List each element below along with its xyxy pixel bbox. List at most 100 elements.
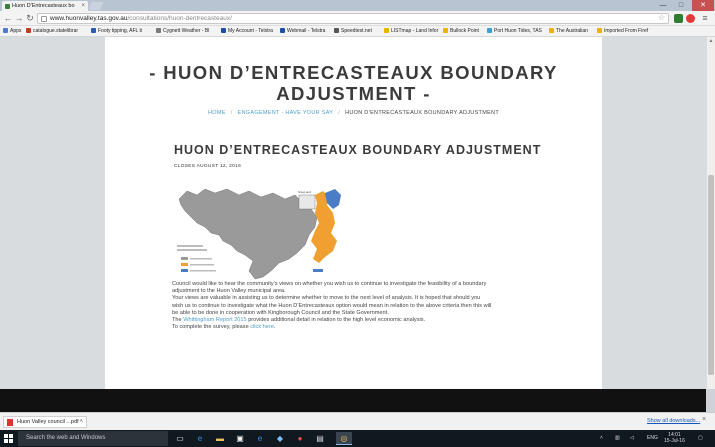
taskbar-clock[interactable]: 14:01 15-Jul-16 [664,432,685,444]
notifications-icon[interactable]: ▢ [698,435,703,441]
app-icon[interactable]: ● [292,432,308,445]
bookmark-item[interactable]: Port Huon Tides, TAS [487,26,542,36]
bookmark-item[interactable]: Apps [3,26,22,36]
breadcrumb-separator: / [230,110,233,116]
page-title: - HUON D’ENTRECASTEAUX BOUNDARY ADJUSTME… [149,62,558,104]
map-logo [313,269,323,272]
content-column: - HUON D’ENTRECASTEAUX BOUNDARY ADJUSTME… [105,37,602,389]
tab-close-icon[interactable]: × [81,1,85,11]
legend-swatch-huon [181,257,188,260]
breadcrumb-engagement-link[interactable]: ENGAGEMENT - HAVE YOUR SAY [238,110,334,116]
taskbar-search-input[interactable]: Search the web and Windows [18,431,168,446]
bookmark-item[interactable]: Bullock Point [443,26,479,36]
bookmark-item[interactable]: Speedtest.net [334,26,372,36]
store-icon[interactable]: ▣ [232,432,248,445]
chevron-up-icon[interactable]: ˄ [79,417,83,428]
survey-text-pre: To complete the survey, please [172,324,251,331]
site-favicon-icon [5,4,10,9]
legend-item-text [190,270,216,272]
bookmark-favicon-icon [334,28,339,33]
bookmark-label: My Account - Telstra [228,28,273,34]
survey-link[interactable]: click here [250,324,274,330]
file-explorer-icon[interactable]: ▬ [212,432,228,445]
app-icon[interactable]: ◆ [272,432,288,445]
language-indicator[interactable]: ENG [647,435,658,441]
report-text-pre: The [172,317,184,324]
network-icon[interactable]: ▥ [615,435,620,441]
breadcrumb-home-link[interactable]: HOME [208,110,226,116]
close-window-button[interactable]: ✕ [692,0,714,11]
bookmark-item[interactable]: LISTmap - Land Infor [384,26,438,36]
maximize-button[interactable]: □ [673,0,689,11]
address-bar[interactable]: www.huonvalley.tas.gov.au/consultations/… [37,13,669,24]
bookmark-item[interactable]: Imported From Firef [597,26,648,36]
legend-heading-text [177,245,203,247]
body-paragraph: adjustment to the Huon Valley municipal … [172,288,286,295]
ie-browser-icon[interactable]: e [252,432,268,445]
bookmark-item[interactable]: Footy tipping, AFL ti [91,26,143,36]
chrome-menu-icon[interactable]: ≡ [699,12,711,24]
breadcrumb-separator: / [338,110,341,116]
bookmark-label: Footy tipping, AFL ti [98,28,143,34]
browser-tab[interactable]: Huon D'Entrecasteaux bo × [2,1,88,11]
reload-button[interactable]: ↻ [24,12,36,24]
minimize-button[interactable]: — [655,0,671,11]
download-item[interactable]: Huon Valley council ...pdf ˄ [3,416,87,428]
bookmark-label: Webmail - Telstra [287,28,326,34]
folder-icon [384,28,389,33]
bookmark-item[interactable]: Webmail - Telstra [280,26,326,36]
chrome-taskbar-icon[interactable]: ◎ [336,432,352,445]
apps-icon [3,28,8,33]
whittingham-report-link[interactable]: Whittingham Report 2015 [183,317,246,323]
bookmarks-bar: Apps catalogue.statelibrar Footy tipping… [0,26,715,37]
close-shelf-icon[interactable]: × [702,416,706,423]
download-filename: Huon Valley council ...pdf [17,419,79,425]
folder-icon [597,28,602,33]
windows-start-icon[interactable] [4,434,13,443]
body-paragraph: Council would like to hear the community… [172,281,487,287]
edge-browser-icon[interactable]: e [192,432,208,445]
windows-taskbar: Search the web and Windows ▭ e ▬ ▣ e ◆ ●… [0,430,715,447]
scroll-thumb[interactable] [708,175,714,375]
bookmark-label: catalogue.statelibrar [33,28,79,34]
bookmark-label: Apps [10,28,22,34]
bookmark-favicon-icon [26,28,31,33]
bookmark-label: Port Huon Tides, TAS [494,28,542,34]
map-place-label: Snug and [298,190,311,194]
boundary-map-image[interactable]: Snug and [175,183,343,281]
app-icon[interactable]: ▤ [312,432,328,445]
survey-paragraph: To complete the survey, please click her… [172,324,544,331]
bookmark-item[interactable]: Cygnett Weather - Bl [156,26,210,36]
folder-icon [443,28,448,33]
legend-heading-text [177,249,207,251]
browser-toolbar: ← → ↻ www.huonvalley.tas.gov.au/consulta… [0,11,715,26]
map-inset-box [298,194,316,210]
bookmark-favicon-icon [280,28,285,33]
task-view-icon[interactable]: ▭ [172,432,188,445]
tray-chevron-icon[interactable]: ˄ [600,435,603,441]
page-info-icon[interactable] [41,16,47,22]
url-path: /consultations/huon-dentrecasteaux/ [127,15,232,22]
volume-icon[interactable]: ◁ [630,435,634,441]
extension-green-icon[interactable] [674,14,683,23]
page-footer [0,389,706,412]
download-shelf: Huon Valley council ...pdf ˄ Show all do… [0,412,715,430]
extension-red-icon[interactable] [686,14,695,23]
tab-title: Huon D'Entrecasteaux bo [12,3,75,9]
bookmark-label: Speedtest.net [341,28,372,34]
bookmark-star-icon[interactable]: ☆ [658,13,665,23]
bookmark-favicon-icon [221,28,226,33]
new-tab-button[interactable] [88,2,104,10]
show-all-downloads-link[interactable]: Show all downloads... [647,418,700,424]
bookmark-item[interactable]: My Account - Telstra [221,26,273,36]
article-body: Council would like to hear the community… [172,281,544,331]
bookmark-item[interactable]: catalogue.statelibrar [26,26,79,36]
scroll-up-icon[interactable]: ▲ [707,37,715,45]
folder-icon [549,28,554,33]
survey-text-post: . [273,324,276,331]
bookmark-label: Cygnett Weather - Bl [163,28,210,34]
legend-swatch-proposed [181,263,188,266]
page-scrollbar[interactable]: ▲ [706,37,715,389]
bookmark-favicon-icon [91,28,96,33]
bookmark-item[interactable]: The Australian [549,26,588,36]
